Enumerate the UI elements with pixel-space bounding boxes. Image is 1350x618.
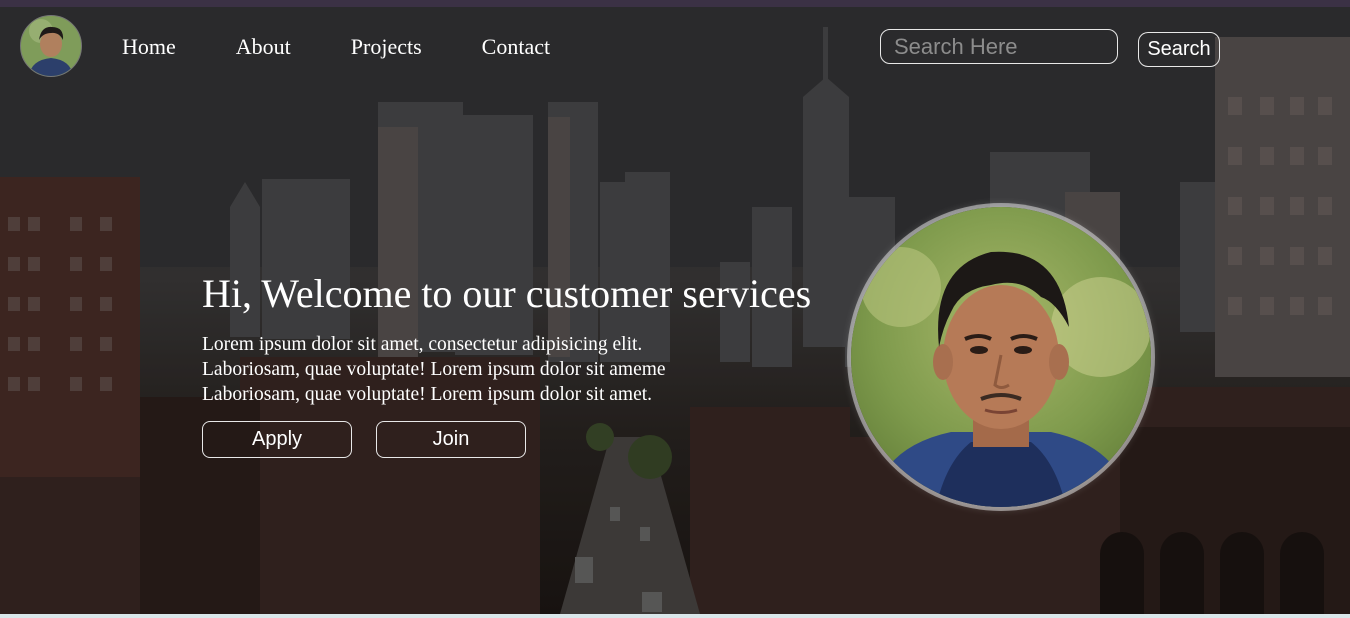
search-button[interactable]: Search [1138,32,1220,67]
top-strip [0,0,1350,7]
portrait-image [851,207,1151,507]
nav-link-about[interactable]: About [236,34,291,60]
profile-portrait [851,207,1151,507]
nav-link-projects[interactable]: Projects [351,34,422,60]
hero-paragraph: Lorem ipsum dolor sit amet, consectetur … [202,332,742,407]
main-nav: Home About Projects Contact [122,34,610,60]
hero-paragraph-line: Laboriosam, quae voluptate! Lorem ipsum … [202,384,653,405]
join-button[interactable]: Join [376,421,526,458]
bottom-strip [0,614,1350,618]
apply-button[interactable]: Apply [202,421,352,458]
search-input[interactable] [880,29,1118,64]
nav-link-home[interactable]: Home [122,34,176,60]
nav-avatar[interactable] [20,15,82,77]
avatar-image [21,16,81,76]
hero-paragraph-line: Lorem ipsum dolor sit amet, consectetur … [202,334,643,355]
hero-title: Hi, Welcome to our customer services [202,271,812,316]
hero-paragraph-line: Laboriosam, quae voluptate! Lorem ipsum … [202,359,666,380]
nav-link-contact[interactable]: Contact [482,34,550,60]
